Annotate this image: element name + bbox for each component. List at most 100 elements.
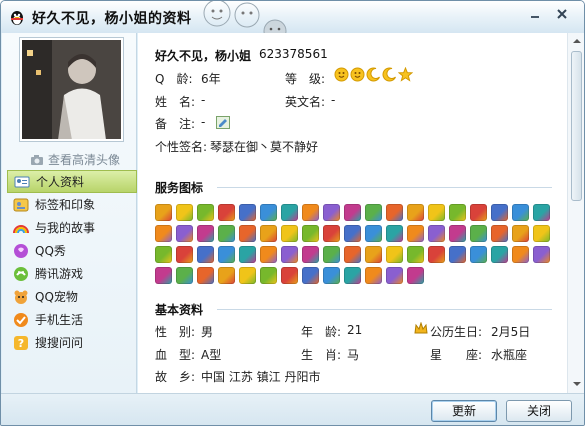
service-icon[interactable]: [344, 267, 361, 284]
level-label: 等 级:: [285, 72, 326, 86]
service-icon[interactable]: [533, 204, 550, 221]
service-icon[interactable]: [323, 225, 340, 242]
scroll-up-arrow-icon[interactable]: [573, 39, 581, 43]
service-icon[interactable]: [470, 246, 487, 263]
title-bar[interactable]: 好久不见，杨小姐的资料: [1, 1, 584, 33]
service-icon[interactable]: [155, 246, 172, 263]
service-icon[interactable]: [176, 267, 193, 284]
service-icon[interactable]: [365, 246, 382, 263]
service-icon[interactable]: [533, 246, 550, 263]
service-icon[interactable]: [239, 267, 256, 284]
minimize-button[interactable]: [528, 7, 542, 21]
service-icon[interactable]: [386, 267, 403, 284]
service-icon[interactable]: [365, 204, 382, 221]
service-icon[interactable]: [428, 246, 445, 263]
nav-item-personal-info[interactable]: 个人资料: [7, 170, 137, 193]
service-icon[interactable]: [365, 267, 382, 284]
service-icon[interactable]: [260, 246, 277, 263]
service-icon[interactable]: [239, 204, 256, 221]
scroll-thumb[interactable]: [571, 51, 582, 201]
nav-item-tags[interactable]: 标签和印象: [7, 193, 137, 216]
service-icon[interactable]: [260, 267, 277, 284]
service-icon[interactable]: [323, 267, 340, 284]
nav-item-tencent-games[interactable]: 腾讯游戏: [7, 262, 137, 285]
service-icon[interactable]: [428, 225, 445, 242]
view-hd-avatar-link[interactable]: 查看高清头像: [30, 151, 120, 168]
service-icon[interactable]: [197, 204, 214, 221]
service-icon[interactable]: [365, 225, 382, 242]
nav-item-our-story[interactable]: 与我的故事: [7, 216, 137, 239]
edit-remark-icon[interactable]: [216, 116, 230, 129]
service-icon[interactable]: [218, 204, 235, 221]
service-icon[interactable]: [344, 225, 361, 242]
avatar[interactable]: [22, 40, 121, 139]
service-icon[interactable]: [302, 246, 319, 263]
service-icon[interactable]: [281, 246, 298, 263]
service-icon[interactable]: [491, 246, 508, 263]
service-icon[interactable]: [407, 267, 424, 284]
service-icon[interactable]: [428, 204, 445, 221]
title-decoration-icon: [203, 1, 287, 33]
service-icon[interactable]: [512, 225, 529, 242]
service-icon[interactable]: [155, 204, 172, 221]
service-icon[interactable]: [491, 225, 508, 242]
content-scrollbar[interactable]: [567, 33, 584, 393]
service-icon[interactable]: [386, 204, 403, 221]
service-icon[interactable]: [176, 225, 193, 242]
service-icon[interactable]: [407, 204, 424, 221]
service-icon[interactable]: [449, 204, 466, 221]
service-icon[interactable]: [218, 246, 235, 263]
level-icons[interactable]: [334, 67, 413, 82]
service-icon[interactable]: [239, 225, 256, 242]
service-icon[interactable]: [512, 246, 529, 263]
service-icon[interactable]: [281, 267, 298, 284]
service-icon[interactable]: [239, 246, 256, 263]
service-icon[interactable]: [218, 225, 235, 242]
service-icon[interactable]: [491, 204, 508, 221]
service-icon[interactable]: [155, 267, 172, 284]
nav-item-qq-show[interactable]: QQ秀: [7, 239, 137, 262]
service-icon[interactable]: [407, 225, 424, 242]
service-icon[interactable]: [176, 204, 193, 221]
avatar-frame[interactable]: [19, 37, 124, 142]
service-icon[interactable]: [218, 267, 235, 284]
avatar-photo-icon: [22, 40, 121, 139]
service-icon[interactable]: [176, 246, 193, 263]
service-icon[interactable]: [281, 225, 298, 242]
service-icon[interactable]: [197, 225, 214, 242]
service-icon[interactable]: [302, 204, 319, 221]
service-icon[interactable]: [344, 246, 361, 263]
update-button[interactable]: 更新: [431, 400, 497, 422]
close-button[interactable]: 关闭: [506, 400, 572, 422]
profile-window: 好久不见，杨小姐的资料 查看高清头像 个人资料 标签和印象 与我的故事 QQ秀 …: [0, 0, 585, 426]
service-icon[interactable]: [344, 204, 361, 221]
nav-item-qq-pet[interactable]: QQ宠物: [7, 285, 137, 308]
service-icon[interactable]: [197, 246, 214, 263]
nav-item-soso-wenwen[interactable]: ? 搜搜问问: [7, 331, 137, 354]
service-icon[interactable]: [302, 225, 319, 242]
section-divider: [217, 187, 552, 188]
nav-label: QQ秀: [35, 244, 66, 258]
service-icon[interactable]: [281, 204, 298, 221]
service-icon[interactable]: [470, 225, 487, 242]
service-icon[interactable]: [449, 246, 466, 263]
nav-item-mobile-life[interactable]: 手机生活: [7, 308, 137, 331]
service-icon[interactable]: [323, 246, 340, 263]
service-icon[interactable]: [533, 225, 550, 242]
service-icon[interactable]: [407, 246, 424, 263]
service-icon[interactable]: [512, 204, 529, 221]
service-icon[interactable]: [386, 246, 403, 263]
service-icon[interactable]: [449, 225, 466, 242]
close-window-button[interactable]: [555, 7, 569, 21]
service-icon[interactable]: [260, 225, 277, 242]
service-icon[interactable]: [386, 225, 403, 242]
service-icon[interactable]: [302, 267, 319, 284]
section-divider: [217, 309, 552, 310]
service-icon[interactable]: [260, 204, 277, 221]
view-hd-avatar-label: 查看高清头像: [48, 153, 121, 167]
scroll-down-arrow-icon[interactable]: [573, 382, 581, 386]
service-icon[interactable]: [197, 267, 214, 284]
service-icon[interactable]: [323, 204, 340, 221]
service-icon[interactable]: [470, 204, 487, 221]
service-icon[interactable]: [155, 225, 172, 242]
